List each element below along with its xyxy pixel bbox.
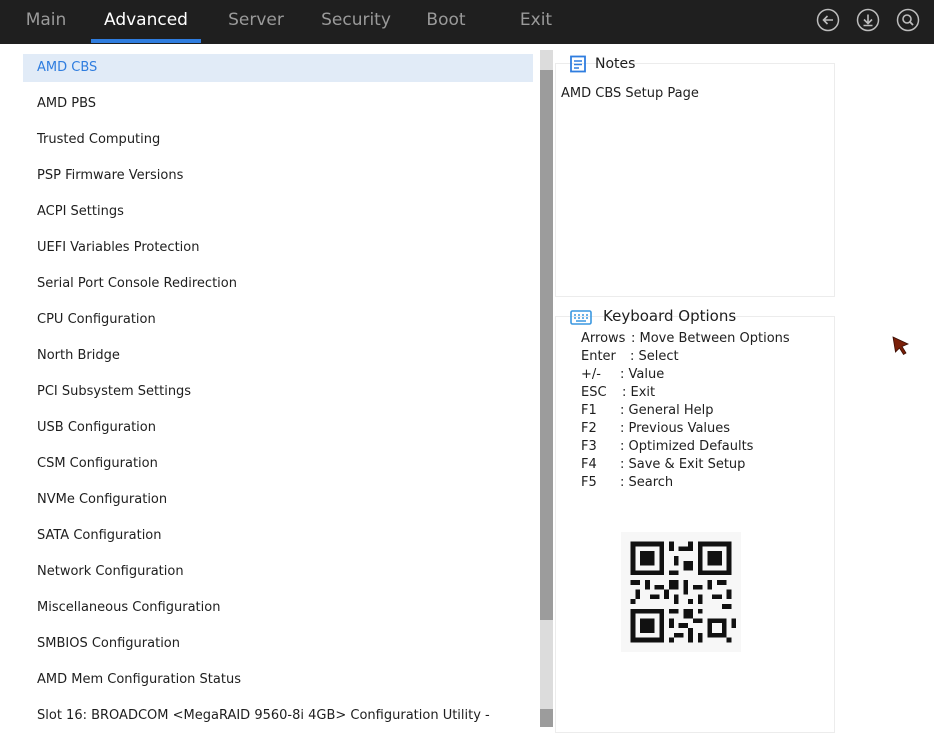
kb-desc-enter: : Select xyxy=(630,349,679,364)
kb-key-esc: ESC xyxy=(581,385,607,400)
menu-item-trusted-computing[interactable]: Trusted Computing xyxy=(23,126,533,154)
menu-item-slot-16-broadcom[interactable]: Slot 16: BROADCOM <MegaRAID 9560-8i 4GB>… xyxy=(23,702,533,730)
menu-item-serial-port-console-redirection[interactable]: Serial Port Console Redirection xyxy=(23,270,533,298)
kb-key-f3: F3 xyxy=(581,439,597,454)
kb-desc-plus-minus: : Value xyxy=(620,367,665,382)
menu-item-miscellaneous-configuration[interactable]: Miscellaneous Configuration xyxy=(23,594,533,622)
kb-desc-f2: : Previous Values xyxy=(620,421,731,436)
menu-item-amd-mem-configuration-status[interactable]: AMD Mem Configuration Status xyxy=(23,666,533,694)
menu-item-north-bridge[interactable]: North Bridge xyxy=(23,342,533,370)
kb-key-f1: F1 xyxy=(581,403,597,418)
tab-main[interactable]: Main xyxy=(14,0,78,40)
menu-item-network-configuration[interactable]: Network Configuration xyxy=(23,558,533,586)
kb-desc-esc: : Exit xyxy=(622,385,656,400)
keyboard-options-title: Keyboard Options xyxy=(603,307,737,325)
kb-desc-f4: : Save & Exit Setup xyxy=(620,457,746,472)
kb-desc-f5: : Search xyxy=(620,475,674,490)
menu-item-nvme-configuration[interactable]: NVMe Configuration xyxy=(23,486,533,514)
top-menu-bar: Main Advanced Server Security Boot Exit xyxy=(0,0,934,44)
kb-desc-f1: : General Help xyxy=(620,403,714,418)
menu-item-amd-pbs[interactable]: AMD PBS xyxy=(23,90,533,118)
tab-server[interactable]: Server xyxy=(220,0,292,40)
download-icon[interactable] xyxy=(856,8,880,32)
notes-icon xyxy=(569,55,587,73)
menu-item-usb-configuration[interactable]: USB Configuration xyxy=(23,414,533,442)
menu-item-uefi-variables-protection[interactable]: UEFI Variables Protection xyxy=(23,234,533,262)
notes-text: AMD CBS Setup Page xyxy=(561,86,699,101)
menu-item-csm-configuration[interactable]: CSM Configuration xyxy=(23,450,533,478)
tab-advanced[interactable]: Advanced xyxy=(91,0,201,40)
kb-key-arrows: Arrows xyxy=(581,331,626,346)
active-tab-indicator xyxy=(91,39,201,43)
menu-item-acpi-settings[interactable]: ACPI Settings xyxy=(23,198,533,226)
kb-key-f2: F2 xyxy=(581,421,597,436)
menu-item-smbios-configuration[interactable]: SMBIOS Configuration xyxy=(23,630,533,658)
search-icon[interactable] xyxy=(896,8,920,32)
keyboard-icon xyxy=(570,308,592,326)
tab-security[interactable]: Security xyxy=(311,0,401,40)
kb-key-enter: Enter xyxy=(581,349,616,364)
menu-item-pci-subsystem-settings[interactable]: PCI Subsystem Settings xyxy=(23,378,533,406)
qr-code xyxy=(621,532,741,652)
mouse-cursor-icon xyxy=(892,336,910,356)
kb-key-plus-minus: +/- xyxy=(581,367,601,382)
tab-exit[interactable]: Exit xyxy=(508,0,564,40)
menu-scrollbar-bottom[interactable] xyxy=(540,709,553,727)
tab-boot[interactable]: Boot xyxy=(418,0,474,40)
notes-title: Notes xyxy=(595,56,636,72)
menu-item-amd-cbs[interactable]: AMD CBS xyxy=(23,54,533,82)
menu-item-psp-firmware-versions[interactable]: PSP Firmware Versions xyxy=(23,162,533,190)
menu-item-sata-configuration[interactable]: SATA Configuration xyxy=(23,522,533,550)
kb-key-f5: F5 xyxy=(581,475,597,490)
menu-item-cpu-configuration[interactable]: CPU Configuration xyxy=(23,306,533,334)
kb-desc-arrows: : Move Between Options xyxy=(631,331,790,346)
kb-desc-f3: : Optimized Defaults xyxy=(620,439,754,454)
kb-key-f4: F4 xyxy=(581,457,597,472)
advanced-menu-list: AMD CBS AMD PBS Trusted Computing PSP Fi… xyxy=(23,50,533,733)
back-icon[interactable] xyxy=(816,8,840,32)
menu-scrollbar-thumb[interactable] xyxy=(540,70,553,620)
